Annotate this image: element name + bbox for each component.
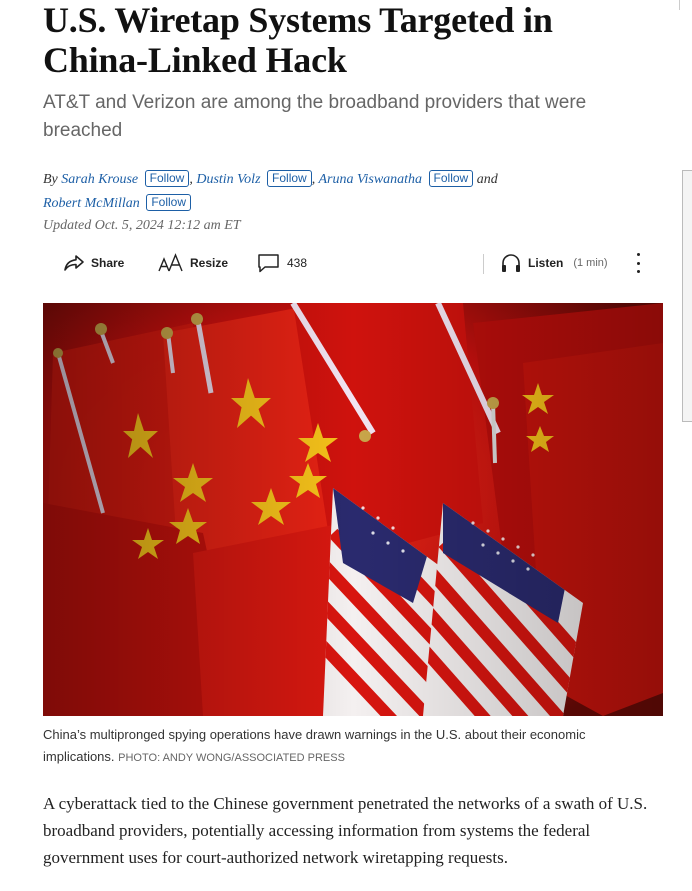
- text-resize-icon: [158, 253, 184, 273]
- author-link-sarah-krouse[interactable]: Sarah Krouse: [61, 172, 138, 187]
- byline: By Sarah Krouse Follow, Dustin Volz Foll…: [43, 168, 603, 216]
- article-toolbar: Share Resize 438 Listen (1 min): [43, 246, 663, 280]
- byline-prefix: By: [43, 172, 58, 187]
- headphones-icon: [500, 253, 522, 273]
- photo-credit: PHOTO: ANDY WONG/ASSOCIATED PRESS: [118, 752, 345, 764]
- listen-duration: (1 min): [573, 257, 608, 269]
- listen-button[interactable]: Listen (1 min): [500, 246, 608, 280]
- comment-count: 438: [287, 256, 308, 270]
- author-link-aruna-viswanatha[interactable]: Aruna Viswanatha: [318, 172, 422, 187]
- share-label: Share: [91, 256, 125, 270]
- share-button[interactable]: Share: [63, 246, 124, 280]
- byline-and: and: [476, 172, 498, 187]
- resize-label: Resize: [190, 256, 229, 270]
- listen-label: Listen: [528, 256, 564, 270]
- byline-separator: ,: [311, 172, 316, 187]
- article-first-paragraph: A cyberattack tied to the Chinese govern…: [43, 794, 648, 867]
- author-link-dustin-volz[interactable]: Dustin Volz: [196, 172, 260, 187]
- comments-button[interactable]: 438: [257, 246, 307, 280]
- scrollbar[interactable]: [682, 170, 692, 422]
- window-edge: [679, 0, 692, 10]
- byline-separator: ,: [189, 172, 193, 187]
- comment-bubble-icon: [257, 253, 281, 273]
- follow-button-aruna-viswanatha[interactable]: Follow: [428, 170, 474, 187]
- photo-caption: China’s multipronged spying operations h…: [43, 724, 643, 769]
- toolbar-divider: [483, 254, 484, 274]
- flags-image: [43, 303, 663, 716]
- follow-button-robert-mcmillan[interactable]: Follow: [146, 194, 191, 211]
- article-headline: U.S. Wiretap Systems Targeted in China-L…: [43, 0, 553, 80]
- kebab-menu-icon[interactable]: [633, 250, 643, 276]
- resize-button[interactable]: Resize: [158, 246, 228, 280]
- article-photo: [43, 303, 663, 716]
- author-link-robert-mcmillan[interactable]: Robert McMillan: [43, 196, 140, 211]
- follow-button-sarah-krouse[interactable]: Follow: [144, 170, 190, 187]
- article-dateline: Updated Oct. 5, 2024 12:12 am ET: [43, 218, 241, 233]
- follow-button-dustin-volz[interactable]: Follow: [267, 170, 312, 187]
- article-dek: AT&T and Verizon are among the broadband…: [43, 92, 587, 141]
- share-arrow-icon: [63, 254, 85, 272]
